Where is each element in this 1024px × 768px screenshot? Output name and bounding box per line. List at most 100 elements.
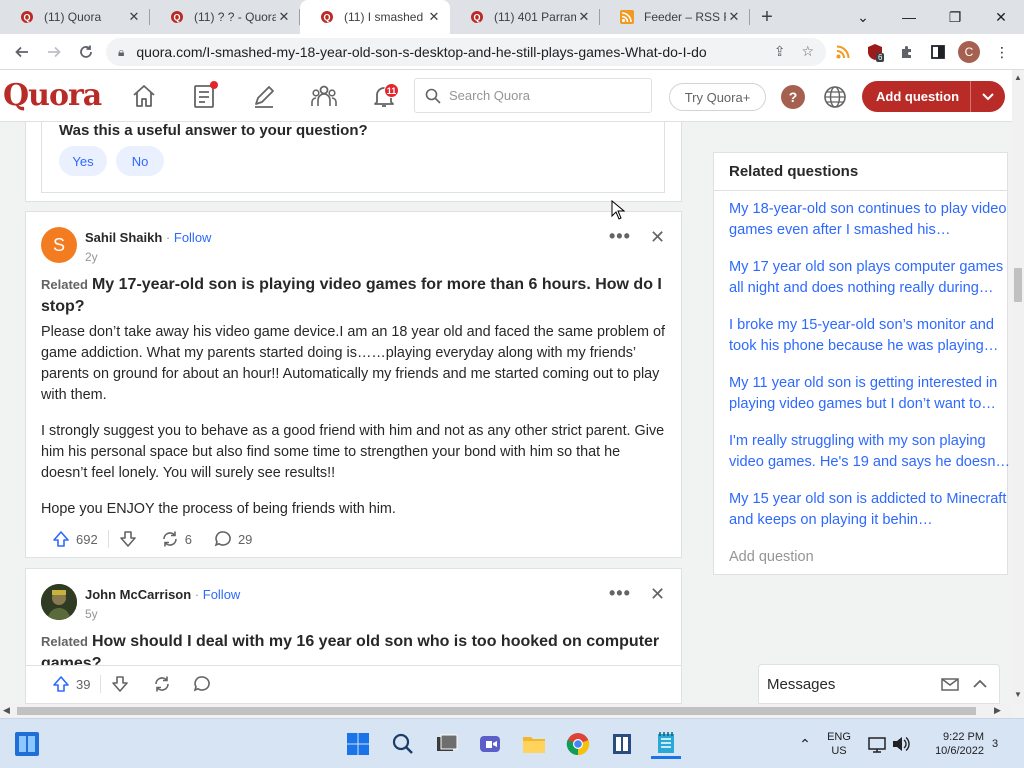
- follow-link[interactable]: Follow: [203, 587, 241, 602]
- comment-button[interactable]: 29: [214, 530, 252, 548]
- close-icon[interactable]: ✕: [650, 227, 665, 248]
- scroll-right-arrow-icon[interactable]: ▶: [994, 705, 1001, 716]
- quora-logo[interactable]: Quora: [3, 78, 102, 113]
- yes-button[interactable]: Yes: [59, 146, 107, 176]
- search-icon[interactable]: [388, 729, 418, 759]
- search-input[interactable]: [449, 88, 639, 103]
- lock-icon: 🔒︎: [118, 44, 125, 59]
- downvote-button[interactable]: [111, 675, 129, 693]
- teams-chat-icon[interactable]: [475, 729, 505, 759]
- related-question-link[interactable]: I'm really struggling with my son playin…: [729, 431, 1011, 473]
- profile-avatar[interactable]: C: [958, 41, 980, 63]
- notifications-bell-icon[interactable]: 11: [366, 78, 402, 114]
- comment-button[interactable]: [193, 675, 211, 693]
- add-question-link[interactable]: Add question: [729, 549, 814, 565]
- widgets-icon[interactable]: [12, 729, 42, 759]
- new-tab-button[interactable]: +: [750, 0, 784, 34]
- quora-header: Quora 11 Try Quora+ ? Add question: [0, 70, 1012, 122]
- answer-pencil-icon[interactable]: [246, 78, 282, 114]
- side-panel-icon[interactable]: [927, 41, 949, 63]
- clock[interactable]: 9:22 PM 10/6/2022: [918, 719, 984, 768]
- notepad-icon[interactable]: [651, 729, 681, 759]
- home-icon[interactable]: [126, 78, 162, 114]
- rss-extension-icon[interactable]: [832, 41, 854, 63]
- more-options-icon[interactable]: •••: [609, 583, 631, 604]
- task-view-icon[interactable]: [432, 729, 462, 759]
- upvote-button[interactable]: 692: [52, 530, 98, 548]
- related-question-link[interactable]: My 17 year old son plays computer games …: [729, 257, 1011, 299]
- chevron-up-icon[interactable]: ⌃: [790, 729, 820, 759]
- related-question-link[interactable]: My 18-year-old son continues to play vid…: [729, 199, 1011, 241]
- address-bar[interactable]: 🔒︎ quora.com/I-smashed-my-18-year-old-so…: [106, 38, 826, 66]
- notification-count-badge[interactable]: 3: [988, 719, 1002, 768]
- windows-start-icon[interactable]: [343, 729, 373, 759]
- minimize-button[interactable]: —: [886, 0, 932, 34]
- close-window-button[interactable]: ✕: [978, 0, 1024, 34]
- chrome-icon[interactable]: [563, 729, 593, 759]
- avatar[interactable]: [41, 584, 77, 620]
- browser-tab-5[interactable]: Feeder – RSS Fe ✕: [600, 0, 750, 34]
- back-button[interactable]: [6, 36, 38, 68]
- more-options-icon[interactable]: •••: [609, 226, 631, 247]
- reload-button[interactable]: [70, 36, 102, 68]
- author-name[interactable]: Sahil Shaikh: [85, 230, 162, 245]
- close-icon[interactable]: ✕: [650, 584, 665, 605]
- file-explorer-icon[interactable]: [519, 729, 549, 759]
- browser-tab-1[interactable]: Q (11) Quora ✕: [0, 0, 150, 34]
- downvote-arrow-icon: [119, 531, 136, 547]
- related-question-title[interactable]: Related My 17-year-old son is playing vid…: [41, 274, 669, 318]
- related-tag: Related: [41, 277, 88, 292]
- close-tab-icon[interactable]: ✕: [426, 9, 442, 25]
- following-feed-icon[interactable]: [186, 78, 222, 114]
- scroll-up-arrow-icon[interactable]: ▲: [1014, 73, 1022, 82]
- close-tab-icon[interactable]: ✕: [126, 9, 142, 25]
- maximize-button[interactable]: ❐: [932, 0, 978, 34]
- browser-tab-2[interactable]: Q (11) ? ? - Quora ✕: [150, 0, 300, 34]
- no-button[interactable]: No: [116, 146, 164, 176]
- share-button[interactable]: [153, 675, 171, 693]
- language-indicator[interactable]: ENG US: [825, 719, 853, 768]
- related-question-link[interactable]: I broke my 15-year-old son’s monitor and…: [729, 315, 1011, 357]
- compose-message-icon[interactable]: [941, 676, 959, 696]
- horizontal-scroll-thumb[interactable]: [17, 707, 976, 715]
- volume-icon[interactable]: [886, 729, 916, 759]
- close-tab-icon[interactable]: ✕: [576, 9, 592, 25]
- author-name[interactable]: John McCarrison: [85, 587, 191, 602]
- add-question-button[interactable]: Add question: [862, 81, 1005, 112]
- answer-age[interactable]: 5y: [85, 607, 98, 621]
- browser-tab-4[interactable]: Q (11) 401 Parram ✕: [450, 0, 600, 34]
- downvote-button[interactable]: [119, 530, 137, 548]
- try-quora-plus-button[interactable]: Try Quora+: [669, 83, 766, 111]
- follow-link[interactable]: Follow: [174, 230, 212, 245]
- spaces-people-icon[interactable]: [306, 78, 342, 114]
- bookmark-star-icon[interactable]: ☆: [801, 43, 814, 60]
- browser-tab-3[interactable]: Q (11) I smashed m ✕: [300, 0, 450, 34]
- chevron-up-icon[interactable]: [972, 677, 988, 694]
- vertical-scrollbar[interactable]: ▲ ▼: [1012, 70, 1024, 704]
- related-question-link[interactable]: My 15 year old son is addicted to Minecr…: [729, 489, 1011, 531]
- quora-favicon-icon: Q: [320, 10, 334, 24]
- scroll-left-arrow-icon[interactable]: ◀: [3, 705, 10, 716]
- forward-button[interactable]: [38, 36, 70, 68]
- related-question-link[interactable]: My 11 year old son is getting interested…: [729, 373, 1011, 415]
- reader-app-icon[interactable]: [607, 729, 637, 759]
- share-icon[interactable]: ⇪: [774, 43, 786, 60]
- extensions-puzzle-icon[interactable]: [896, 41, 918, 63]
- horizontal-scrollbar[interactable]: ◀ ▶: [0, 704, 1012, 718]
- messages-dock[interactable]: Messages: [758, 664, 1000, 704]
- scroll-down-arrow-icon[interactable]: ▼: [1014, 690, 1022, 699]
- shield-extension-icon[interactable]: 6: [864, 41, 886, 63]
- close-tab-icon[interactable]: ✕: [276, 9, 292, 25]
- avatar[interactable]: S: [41, 227, 77, 263]
- chrome-menu-icon[interactable]: ⋮: [991, 41, 1013, 63]
- upvote-button[interactable]: 39: [52, 675, 90, 693]
- vertical-scroll-thumb[interactable]: [1014, 268, 1022, 302]
- search-box[interactable]: [414, 78, 652, 113]
- answer-age[interactable]: 2y: [85, 250, 98, 264]
- chevron-down-icon[interactable]: [971, 92, 1005, 102]
- share-button[interactable]: 6: [161, 530, 192, 548]
- close-tab-icon[interactable]: ✕: [726, 9, 742, 25]
- tab-search-icon[interactable]: ⌄: [840, 0, 886, 34]
- help-icon[interactable]: ?: [781, 85, 805, 109]
- language-globe-icon[interactable]: [822, 84, 848, 110]
